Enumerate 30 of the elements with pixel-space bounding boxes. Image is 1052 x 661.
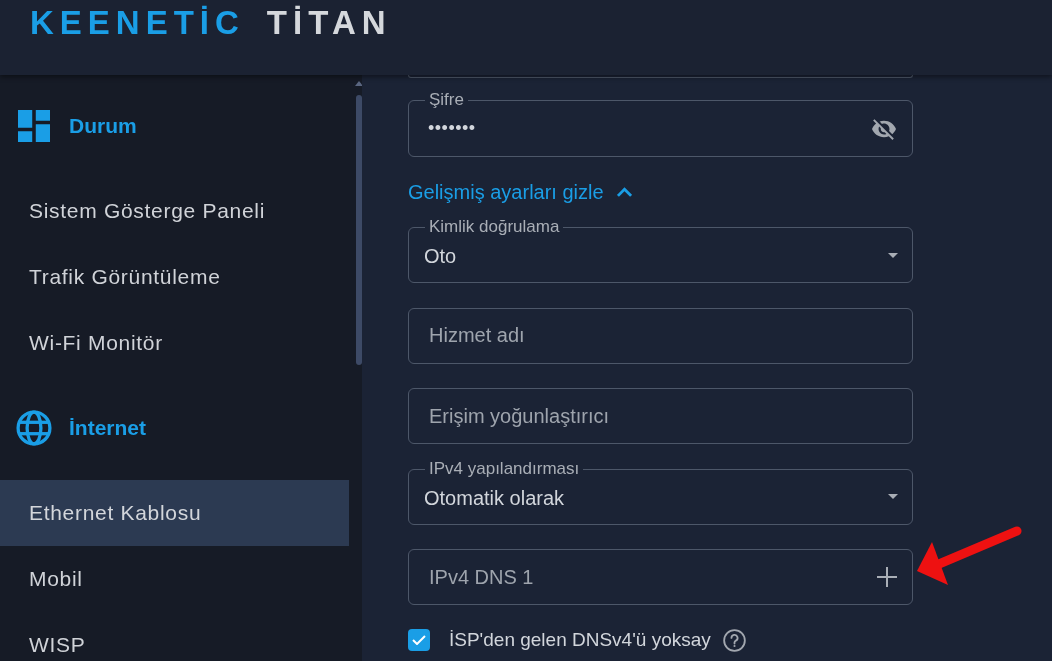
input-field[interactable]: Erişim yoğunlaştırıcı bbox=[408, 388, 913, 444]
field-value: Otomatik olarak bbox=[424, 485, 566, 511]
check-icon bbox=[412, 635, 426, 645]
eye-off-icon[interactable] bbox=[872, 117, 896, 140]
sidebar-item[interactable]: Mobil bbox=[0, 546, 349, 612]
model-name: TİTAN bbox=[266, 5, 392, 41]
section-title: İnternet bbox=[69, 415, 146, 442]
scroll-up-icon[interactable] bbox=[354, 81, 362, 86]
help-icon[interactable] bbox=[722, 628, 746, 652]
advanced-settings-link[interactable]: Gelişmiş ayarları gizle bbox=[408, 177, 632, 207]
sidebar-item[interactable]: Trafik Görüntüleme bbox=[0, 244, 349, 310]
plus-icon[interactable] bbox=[877, 567, 897, 587]
globe-icon bbox=[16, 410, 52, 446]
dashboard-icon bbox=[18, 110, 50, 142]
sidebar-item[interactable]: Sistem Gösterge Paneli bbox=[0, 178, 349, 244]
input-field[interactable]: Hizmet adı bbox=[408, 307, 913, 364]
input-field[interactable]: IPv4 DNS 1 bbox=[408, 549, 913, 605]
field-value: ••••••• bbox=[428, 117, 477, 140]
sidebar-item[interactable]: WISP bbox=[0, 612, 349, 661]
dropdown-caret-icon bbox=[888, 252, 898, 258]
checkbox-label: İSP'den gelen DNSv4'ü yoksay bbox=[449, 627, 711, 652]
section-title: Durum bbox=[69, 113, 137, 140]
scrollbar-thumb[interactable] bbox=[355, 95, 362, 365]
checkbox[interactable] bbox=[408, 629, 430, 651]
input-field[interactable] bbox=[408, 75, 913, 78]
field-value: Oto bbox=[424, 244, 458, 269]
sidebar-item[interactable]: Wi-Fi Monitör bbox=[0, 310, 349, 376]
logo-wordmark: KEENETİC bbox=[30, 5, 245, 41]
sidebar-item[interactable]: Ethernet Kablosu bbox=[0, 480, 349, 546]
dropdown-caret-icon bbox=[888, 494, 898, 499]
